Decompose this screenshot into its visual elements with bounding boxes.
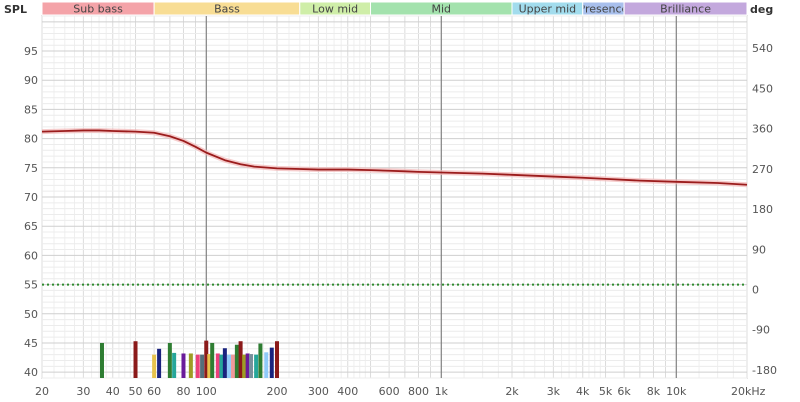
y-tick-label: 60	[24, 249, 38, 262]
band-label-2: Low mid	[312, 3, 358, 16]
x-tick-label: 3k	[547, 385, 561, 398]
y-right-tick-label: 450	[752, 82, 773, 95]
x-tick-label: 200	[267, 385, 288, 398]
y-tick-label: 40	[24, 366, 38, 379]
y-right-tick-label: 0	[752, 284, 759, 297]
x-tick-label: 60	[147, 385, 161, 398]
bar-5	[172, 352, 177, 378]
x-tick-label: 400	[337, 385, 358, 398]
band-label-0: Sub bass	[73, 3, 123, 16]
x-tick-label: 4k	[576, 385, 590, 398]
band-bar: Sub bass Bass Low mid Mid Upper mid Presence B…	[41, 1, 748, 16]
bar-22	[248, 354, 253, 378]
band-label-1: Bass	[214, 3, 240, 16]
bar-14	[219, 354, 224, 378]
x-tick-label: 100	[196, 385, 217, 398]
bar-26	[269, 347, 274, 378]
x-tick-label: 10k	[666, 385, 687, 398]
y-right-tick-label: 360	[752, 123, 773, 136]
bar-3	[157, 348, 162, 378]
y-right-tick-label: 270	[752, 163, 773, 176]
x-tick-label: 30	[76, 385, 90, 398]
left-axis-title: SPL	[4, 3, 27, 16]
x-tick-label: 20	[35, 385, 49, 398]
bar-0	[99, 342, 104, 378]
x-tick-label: 5k	[599, 385, 613, 398]
x-tick-label: 80	[176, 385, 190, 398]
y-tick-label: 50	[24, 308, 38, 321]
x-tick-label: 2k	[505, 385, 519, 398]
y-tick-label: 45	[24, 337, 38, 350]
bar-16	[227, 354, 232, 378]
bar-9	[200, 354, 205, 378]
bar-13	[215, 353, 220, 378]
x-tick-label: 800	[408, 385, 429, 398]
y-tick-label: 70	[24, 191, 38, 204]
y-right-tick-label: -90	[752, 324, 770, 337]
y-tick-label: 95	[24, 45, 38, 58]
bar-18	[234, 344, 239, 378]
x-tick-label: 6k	[617, 385, 631, 398]
bar-4	[167, 342, 172, 378]
x-tick-label: 600	[379, 385, 400, 398]
bar-19	[238, 341, 243, 378]
y-tick-label: 90	[24, 74, 38, 87]
bar-6	[181, 353, 186, 378]
x-tick-label: 20kHz	[731, 385, 766, 398]
band-label-5: Presence	[579, 3, 629, 16]
band-label-3: Mid	[431, 3, 451, 16]
y-right-tick-label: 90	[752, 243, 766, 256]
y-right-tick-label: -180	[752, 364, 777, 377]
bar-25	[264, 352, 269, 378]
y-right-tick-label: 180	[752, 203, 773, 216]
y-tick-label: 55	[24, 279, 38, 292]
band-label-6: Brilliance	[660, 3, 711, 16]
bar-20	[242, 354, 247, 378]
bar-27	[275, 341, 279, 378]
bar-24	[258, 343, 263, 378]
bar-23	[254, 354, 259, 378]
x-tick-label: 40	[106, 385, 120, 398]
bar-1	[133, 341, 138, 378]
bar-2	[152, 354, 157, 378]
x-tick-label: 300	[308, 385, 329, 398]
bar-15	[222, 348, 227, 378]
right-axis-title: deg	[750, 3, 773, 16]
frequency-response-chart: Sub bass Bass Low mid Mid Upper mid Presence B…	[0, 0, 800, 402]
bar-8	[195, 354, 200, 378]
y-tick-label: 85	[24, 103, 38, 116]
y-tick-label: 65	[24, 220, 38, 233]
bar-12	[210, 342, 215, 378]
x-tick-label: 1k	[435, 385, 449, 398]
bar-17	[231, 354, 236, 378]
y-right-tick-label: 540	[752, 42, 773, 55]
band-label-4: Upper mid	[519, 3, 577, 16]
y-tick-label: 80	[24, 133, 38, 146]
y-tick-label: 75	[24, 162, 38, 175]
x-tick-label: 8k	[647, 385, 661, 398]
bar-7	[188, 353, 193, 378]
x-tick-label: 50	[129, 385, 143, 398]
